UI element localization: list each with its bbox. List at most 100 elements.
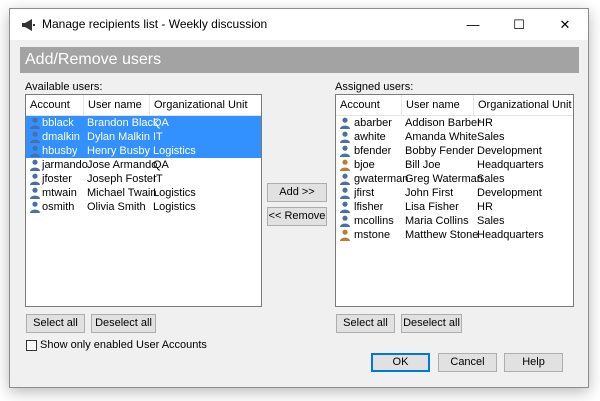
column-org-unit[interactable]: Organizational Unit [149,95,261,115]
column-account[interactable]: Account [336,95,401,115]
account-cell: dmalkin [42,131,80,143]
minimize-button[interactable]: — [450,9,496,40]
column-user-name[interactable]: User name [83,95,149,115]
table-row[interactable]: bblack Brandon Black QA [26,116,261,130]
help-button[interactable]: Help [504,353,563,372]
org-unit-cell: Logistics [153,187,196,199]
table-row[interactable]: osmith Olivia Smith Logistics [26,200,261,214]
user-icon [340,159,350,171]
user-name-cell: Joseph Foster [87,173,157,185]
user-icon [340,201,350,213]
column-user-name[interactable]: User name [401,95,473,115]
user-name-cell: Addison Barber [405,117,481,129]
section-banner: Add/Remove users [20,47,579,73]
user-icon [30,187,40,199]
account-cell: abarber [354,117,392,129]
table-row[interactable]: jfoster Joseph Foster IT [26,172,261,186]
user-icon [30,145,40,157]
account-cell: bblack [42,117,74,129]
user-name-cell: Brandon Black [87,117,159,129]
user-name-cell: Jose Armando [87,159,158,171]
user-name-cell: Dylan Malkin [87,131,150,143]
maximize-icon: ☐ [513,16,525,32]
assigned-users-list[interactable]: Account User name Organizational Unit ab… [335,94,574,307]
table-row[interactable]: abarber Addison Barber HR [336,116,573,130]
available-deselect-all-button[interactable]: Deselect all [91,314,156,333]
org-unit-cell: Sales [477,173,505,185]
window-title: Manage recipients list - Weekly discussi… [42,17,268,31]
user-name-cell: Henry Busby [87,145,150,157]
add-button[interactable]: Add >> [267,183,327,202]
org-unit-cell: Development [477,187,542,199]
account-cell: jarmando [42,159,88,171]
org-unit-cell: Sales [477,215,505,227]
minimize-icon: — [466,17,480,32]
list-header: Account User name Organizational Unit [336,95,573,116]
show-enabled-label[interactable]: Show only enabled User Accounts [40,339,207,351]
table-row[interactable]: mcollins Maria Collins Sales [336,214,573,228]
table-row[interactable]: bjoe Bill Joe Headquarters [336,158,573,172]
user-name-cell: Matthew Stone [405,229,479,241]
user-name-cell: Olivia Smith [87,201,146,213]
account-cell: mtwain [42,187,77,199]
user-icon [340,187,350,199]
account-cell: osmith [42,201,75,213]
assigned-users-label: Assigned users: [335,81,414,93]
table-row[interactable]: lfisher Lisa Fisher HR [336,200,573,214]
maximize-button[interactable]: ☐ [496,9,542,40]
table-row[interactable]: jarmando Jose Armando QA [26,158,261,172]
user-icon [30,131,40,143]
table-row[interactable]: gwaterman Greg Waterman Sales [336,172,573,186]
org-unit-cell: IT [153,131,163,143]
org-unit-cell: Sales [477,131,505,143]
user-name-cell: Maria Collins [405,215,469,227]
user-name-cell: John First [405,187,454,199]
account-cell: jfoster [42,173,72,185]
available-select-all-button[interactable]: Select all [26,314,85,333]
title-bar[interactable]: Manage recipients list - Weekly discussi… [10,9,588,40]
org-unit-cell: Logistics [153,145,196,157]
table-row[interactable]: mtwain Michael Twain Logistics [26,186,261,200]
ok-button[interactable]: OK [371,353,430,372]
column-org-unit[interactable]: Organizational Unit [473,95,573,115]
remove-button[interactable]: << Remove [267,207,327,226]
cancel-button[interactable]: Cancel [438,353,497,372]
org-unit-cell: Logistics [153,201,196,213]
available-users-list[interactable]: Account User name Organizational Unit bb… [25,94,262,307]
org-unit-cell: IT [153,173,163,185]
user-icon [340,215,350,227]
account-cell: hbusby [42,145,78,157]
user-icon [30,117,40,129]
table-row[interactable]: jfirst John First Development [336,186,573,200]
user-name-cell: Bill Joe [405,159,441,171]
assigned-select-all-button[interactable]: Select all [336,314,395,333]
user-icon [340,229,350,241]
table-row[interactable]: hbusby Henry Busby Logistics [26,144,261,158]
table-row[interactable]: mstone Matthew Stone Headquarters [336,228,573,242]
account-cell: bjoe [354,159,375,171]
user-name-cell: Greg Waterman [405,173,483,185]
column-account[interactable]: Account [26,95,83,115]
user-icon [340,131,350,143]
org-unit-cell: HR [477,201,493,213]
assigned-deselect-all-button[interactable]: Deselect all [401,314,462,333]
org-unit-cell: QA [153,117,169,129]
user-name-cell: Bobby Fender [405,145,475,157]
account-cell: mcollins [354,215,394,227]
dialog-window: Manage recipients list - Weekly discussi… [9,8,589,388]
user-icon [30,159,40,171]
user-name-cell: Lisa Fisher [405,201,459,213]
close-button[interactable]: ✕ [542,9,588,40]
show-enabled-checkbox[interactable] [26,340,37,351]
user-icon [340,117,350,129]
user-name-cell: Amanda White [405,131,478,143]
table-row[interactable]: awhite Amanda White Sales [336,130,573,144]
org-unit-cell: Headquarters [477,159,544,171]
available-users-label: Available users: [25,81,103,93]
account-cell: gwaterman [354,173,409,185]
list-header: Account User name Organizational Unit [26,95,261,116]
table-row[interactable]: dmalkin Dylan Malkin IT [26,130,261,144]
table-row[interactable]: bfender Bobby Fender Development [336,144,573,158]
account-cell: mstone [354,229,391,241]
close-icon: ✕ [559,16,571,32]
